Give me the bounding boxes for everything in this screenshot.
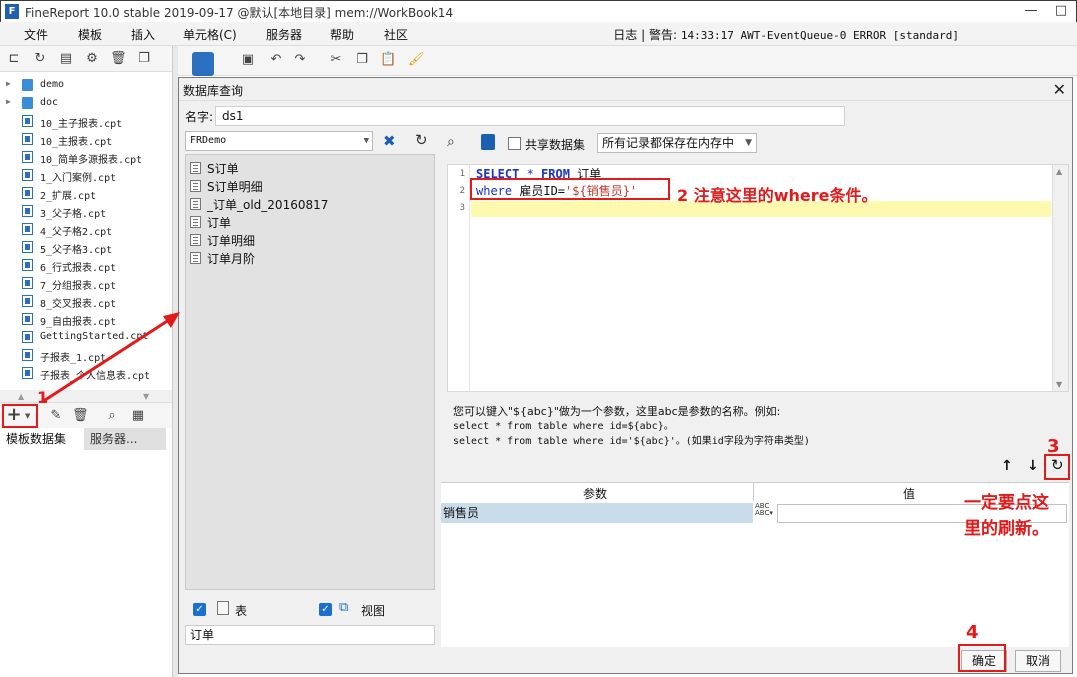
- annotation-arrow: [41, 312, 180, 404]
- annotation-4: 4: [966, 622, 979, 643]
- annotation-box-4: [958, 644, 1006, 672]
- annotation-box-3: [1044, 454, 1070, 480]
- annotation-3-text-line2: 里的刷新。: [964, 519, 1049, 539]
- annotation-3-text-line1: 一定要点这: [964, 493, 1049, 513]
